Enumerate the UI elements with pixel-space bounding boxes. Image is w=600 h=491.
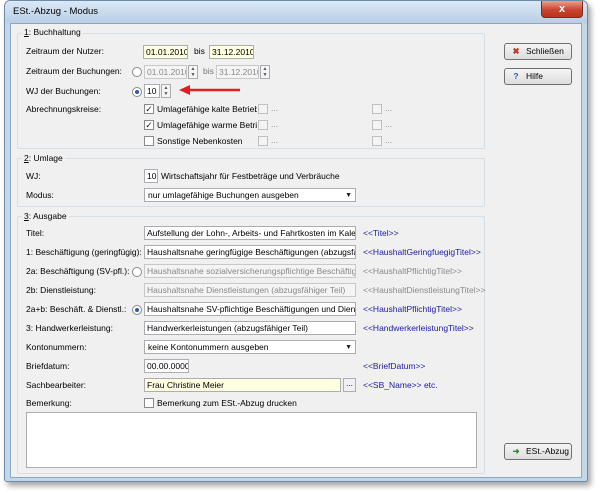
bem-checkbox-label: Bemerkung zum ESt.-Abzug drucken <box>157 398 297 408</box>
handwerk-token: <<HandwerkerleistungTitel>> <box>363 323 474 333</box>
kreis-1-label: Umlagefähige kalte Betriebs <box>157 104 257 114</box>
konto-label: Kontonummern: <box>26 342 87 352</box>
modus-label: Modus: <box>26 190 54 200</box>
buchungen-to-input[interactable]: 31.12.2010 <box>216 65 259 79</box>
konto-select[interactable]: keine Kontonummern ausgeben ▼ <box>144 340 356 354</box>
beschdienst-token: <<HaushaltPflichtigTitel>> <box>363 304 462 314</box>
geringfuegig-label: 1: Beschäftigung (geringfügig): <box>26 247 142 257</box>
konto-value: keine Kontonummern ausgeben <box>148 342 269 352</box>
kreis-1-extra-label: ... <box>271 103 279 113</box>
wj-buchungen-label: WJ der Buchungen: <box>26 86 101 96</box>
bem-label: Bemerkung: <box>26 398 72 408</box>
spin-down-icon: ▼ <box>262 72 268 78</box>
geringfuegig-input[interactable]: Haushaltsnahe geringfügige Beschäftigung… <box>144 245 356 259</box>
window-title: ESt.-Abzug - Modus <box>13 6 99 17</box>
dienst-input[interactable]: Haushaltsnahe Dienstleistungen (abzugsfä… <box>144 283 356 297</box>
beschdienst-input[interactable]: Haushaltsnahe SV-pflichtige Beschäftigun… <box>144 302 356 316</box>
est-abzug-button[interactable]: ➜ ESt.-Abzug <box>504 443 572 460</box>
title-bar[interactable]: ESt.-Abzug - Modus x <box>5 1 587 23</box>
hilfe-button[interactable]: ? Hilfe <box>504 68 572 85</box>
kreis-3-checkbox[interactable] <box>144 136 154 146</box>
beschdienst-radio[interactable] <box>132 305 142 315</box>
sach-token: <<SB_Name>> etc. <box>363 380 438 390</box>
kreis-2-extra-label: ... <box>271 119 279 129</box>
titel-label: Titel: <box>26 228 45 238</box>
group-buchhaltung-title: 1: Buchhaltung <box>22 27 83 37</box>
svpfl-label: 2a: Beschäftigung (SV-pfl.): <box>26 266 130 276</box>
titel-token: <<Titel>> <box>363 228 399 238</box>
kreis-1-extra2-checkbox[interactable] <box>372 104 382 114</box>
pointer-arrow-icon <box>179 85 240 95</box>
wj-buchungen-radio[interactable] <box>132 87 142 97</box>
abrechnungskreise-label: Abrechnungskreise: <box>26 104 102 114</box>
kreis-3-label: Sonstige Nebenkosten <box>157 136 243 146</box>
kreis-2-checkbox[interactable]: ✓ <box>144 120 154 130</box>
bemerkung-textarea[interactable] <box>26 412 477 468</box>
sach-label: Sachbearbeiter: <box>26 380 87 390</box>
wj-buchungen-spinner[interactable]: ▲ ▼ <box>161 84 171 98</box>
modus-value: nur umlagefähige Buchungen ausgeben <box>148 190 299 200</box>
group-umlage-title: 2: Umlage <box>22 153 65 163</box>
kreis-3-extra2-checkbox[interactable] <box>372 136 382 146</box>
zeitraum-buchungen-label: Zeitraum der Buchungen: <box>26 66 122 76</box>
beschdienst-label: 2a+b: Beschäft. & Dienstl.: <box>26 304 127 314</box>
umlage-wj-note: Wirtschaftsjahr für Festbeträge und Verb… <box>161 171 340 181</box>
close-icon: ✖ <box>512 46 520 56</box>
kreis-3-extra-checkbox[interactable] <box>258 136 268 146</box>
kreis-2-extra2-checkbox[interactable] <box>372 120 382 130</box>
kreis-3-extra2-label: ... <box>385 135 393 145</box>
kreis-1-checkbox[interactable]: ✓ <box>144 104 154 114</box>
umlage-wj-input[interactable]: 10 <box>144 169 158 183</box>
buchungen-from-input[interactable]: 01.01.2010 <box>144 65 187 79</box>
titel-input[interactable]: Aufstellung der Lohn-, Arbeits- und Fahr… <box>144 226 356 240</box>
bem-checkbox[interactable] <box>144 398 154 408</box>
close-icon: x <box>558 3 566 15</box>
kreis-2-extra-checkbox[interactable] <box>258 120 268 130</box>
dienst-token: <<HaushaltDienstleistungTitel>> <box>363 285 486 295</box>
svpfl-radio[interactable] <box>132 267 142 277</box>
spin-down-icon: ▼ <box>163 91 169 97</box>
handwerk-label: 3: Handwerkerleistung: <box>26 323 113 333</box>
nutzer-from-input[interactable]: 01.01.2010 <box>143 45 188 59</box>
buchungen-from-spinner[interactable]: ▲ ▼ <box>188 65 198 79</box>
kreis-1-extra2-label: ... <box>385 103 393 113</box>
zeitraum-buchungen-radio[interactable] <box>132 67 142 77</box>
help-icon: ? <box>513 71 519 81</box>
wj-buchungen-input[interactable]: 10 <box>144 84 160 98</box>
bis-label: bis <box>194 46 205 56</box>
spin-down-icon: ▼ <box>190 72 196 78</box>
dienst-label: 2b: Dienstleistung: <box>26 285 96 295</box>
geringfuegig-token: <<HaushaltGeringfuegigTitel>> <box>363 247 481 257</box>
kreis-2-label: Umlagefähige warme Betrie <box>157 120 257 130</box>
sach-browse-button[interactable]: ... <box>343 378 356 392</box>
kreis-1-extra-checkbox[interactable] <box>258 104 268 114</box>
group-ausgabe-title: 3: Ausgabe <box>22 211 69 221</box>
svpfl-input[interactable]: Haushaltsnahe sozialversicherungspflicht… <box>144 264 356 278</box>
kreis-2-extra2-label: ... <box>385 119 393 129</box>
sach-input[interactable]: Frau Christine Meier <box>144 378 341 392</box>
kreis-3-extra-label: ... <box>271 135 279 145</box>
dialog-client: 1: Buchhaltung Zeitraum der Nutzer: 01.0… <box>10 23 582 478</box>
svpfl-token: <<HaushaltPflichtigTitel>> <box>363 266 462 276</box>
modus-select[interactable]: nur umlagefähige Buchungen ausgeben ▼ <box>144 188 356 202</box>
chevron-down-icon: ▼ <box>345 344 352 351</box>
arrow-right-circle-icon: ➜ <box>512 446 520 456</box>
brief-token: <<BriefDatum>> <box>363 361 426 371</box>
bis-label-2: bis <box>203 66 214 76</box>
schliessen-button[interactable]: ✖ Schließen <box>504 43 572 60</box>
brief-input[interactable]: 00.00.0000 <box>144 359 189 373</box>
zeitraum-nutzer-label: Zeitraum der Nutzer: <box>26 46 104 56</box>
umlage-wj-label: WJ: <box>26 171 41 181</box>
buchungen-to-spinner[interactable]: ▲ ▼ <box>260 65 270 79</box>
nutzer-to-input[interactable]: 31.12.2010 <box>209 45 254 59</box>
chevron-down-icon: ▼ <box>345 192 352 199</box>
handwerk-input[interactable]: Handwerkerleistungen (abzugsfähiger Teil… <box>144 321 356 335</box>
dialog-window: ESt.-Abzug - Modus x 1: Buchhaltung Zeit… <box>4 0 588 482</box>
window-close-button[interactable]: x <box>541 1 583 18</box>
brief-label: Briefdatum: <box>26 361 70 371</box>
